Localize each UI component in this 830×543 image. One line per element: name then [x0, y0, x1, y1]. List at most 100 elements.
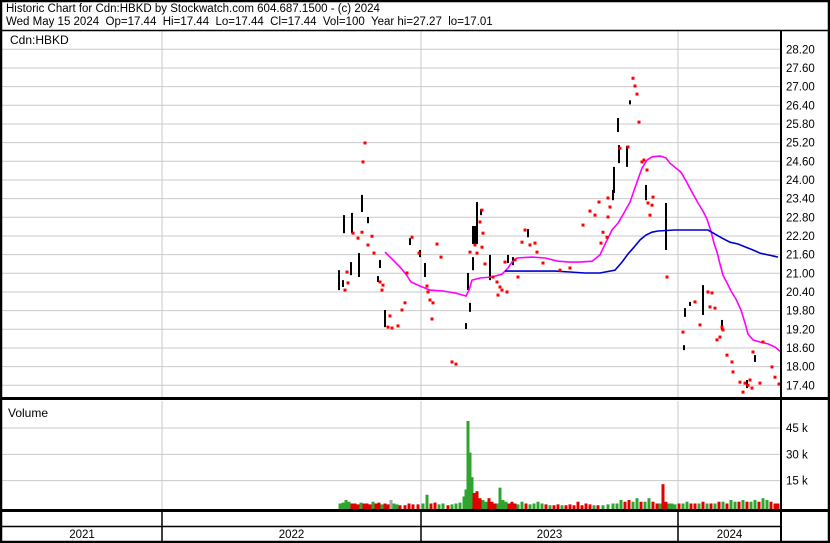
- volume-bar: [753, 499, 757, 509]
- volume-bar: [437, 504, 441, 509]
- volume-bar: [446, 505, 450, 509]
- trade-dot: [454, 362, 458, 366]
- trade-dot: [725, 353, 729, 357]
- volume-bar: [383, 503, 387, 509]
- trade-dot: [450, 360, 454, 364]
- trade-dot: [363, 141, 367, 145]
- trade-dot: [698, 323, 702, 327]
- trade-dot: [693, 300, 697, 304]
- volume-bar: [560, 505, 564, 509]
- volume-bar: [701, 501, 705, 509]
- volume-bar: [347, 501, 351, 509]
- trade-dot: [761, 340, 765, 344]
- price-range-bar: [472, 257, 474, 271]
- trade-dot: [721, 328, 725, 332]
- trade-dot: [468, 250, 472, 254]
- trade-dot: [356, 236, 360, 240]
- trade-dot: [635, 92, 639, 96]
- price-range-bar: [665, 202, 667, 250]
- trade-dot: [381, 283, 385, 287]
- volume-bar: [721, 501, 725, 509]
- trade-dot: [706, 290, 710, 294]
- volume-bar: [615, 503, 619, 509]
- trade-dot: [351, 231, 355, 235]
- volume-bar: [664, 501, 668, 509]
- trade-dot: [523, 228, 527, 232]
- volume-gridlines: [2, 427, 780, 482]
- trade-dot: [390, 326, 394, 330]
- trade-dot: [715, 338, 719, 342]
- price-range-bar: [617, 118, 619, 133]
- volume-bar: [548, 505, 552, 509]
- trade-dot: [439, 255, 443, 259]
- trade-dot: [495, 280, 499, 284]
- price-range-bar: [467, 272, 469, 291]
- stock-chart-window: Historic Chart for Cdn:HBKD by Stockwatc…: [0, 0, 830, 543]
- trade-dot: [758, 381, 762, 385]
- volume-bar: [639, 501, 643, 509]
- price-range-bars: [338, 100, 756, 389]
- price-tick-label: 25.20: [786, 138, 815, 150]
- volume-bar: [705, 503, 709, 509]
- volume-bar: [504, 501, 508, 509]
- volume-bar: [713, 503, 717, 509]
- price-range-bar: [645, 184, 647, 201]
- volume-bar: [765, 499, 769, 509]
- volume-bar: [677, 503, 681, 509]
- trade-dot: [378, 280, 382, 284]
- year-label: 2022: [279, 529, 305, 541]
- price-range-bar: [343, 215, 345, 234]
- trade-dot: [430, 317, 434, 321]
- volume-bar: [513, 503, 517, 509]
- volume-bar: [588, 504, 592, 509]
- trade-dot: [386, 325, 390, 329]
- volume-bar: [725, 503, 729, 509]
- volume-bar: [374, 503, 378, 509]
- volume-label: Volume: [8, 406, 48, 420]
- trade-dot: [500, 288, 504, 292]
- trade-dot: [343, 288, 347, 292]
- price-range-bar: [338, 270, 340, 291]
- price-range-bar: [613, 166, 615, 194]
- volume-bar: [761, 498, 765, 509]
- price-tick-label: 25.80: [786, 119, 815, 131]
- volume-bar: [520, 501, 524, 509]
- volume-bar: [536, 501, 540, 509]
- volume-bar: [670, 503, 674, 509]
- volume-bar: [769, 501, 773, 509]
- trade-dot: [496, 293, 500, 297]
- trade-dot: [481, 231, 485, 235]
- trade-dot: [651, 195, 655, 199]
- volume-bar: [338, 503, 342, 509]
- trade-dot: [513, 258, 517, 262]
- volume-bar: [507, 503, 511, 509]
- volume-bar: [733, 501, 737, 509]
- trade-dot: [370, 234, 374, 238]
- trade-dot: [738, 380, 742, 384]
- trade-dot: [428, 298, 432, 302]
- volume-bar: [757, 501, 761, 509]
- trade-dot: [535, 250, 539, 254]
- volume-bar: [403, 505, 407, 509]
- price-tick-label: 26.40: [786, 100, 815, 112]
- trade-dot: [618, 146, 622, 150]
- price-range-bar: [507, 254, 509, 264]
- price-tick-label: 23.40: [786, 194, 815, 206]
- volume-bar: [556, 504, 560, 509]
- price-range-bar: [361, 194, 363, 213]
- price-tick-label: 18.60: [786, 343, 815, 355]
- trade-dot: [637, 120, 641, 124]
- trade-dot: [480, 208, 484, 212]
- trade-dot: [606, 215, 610, 219]
- volume-bar: [681, 503, 685, 509]
- trade-dot: [541, 261, 545, 265]
- trade-dot: [410, 235, 414, 239]
- price-tick-label: 24.60: [786, 156, 815, 168]
- volume-bar: [487, 498, 491, 509]
- price-range-bar: [476, 202, 478, 241]
- volume-bar: [717, 501, 721, 509]
- price-tick-label: 24.00: [786, 175, 815, 187]
- trade-dot: [388, 314, 392, 318]
- trade-dot: [581, 223, 585, 227]
- trade-dot: [345, 270, 349, 274]
